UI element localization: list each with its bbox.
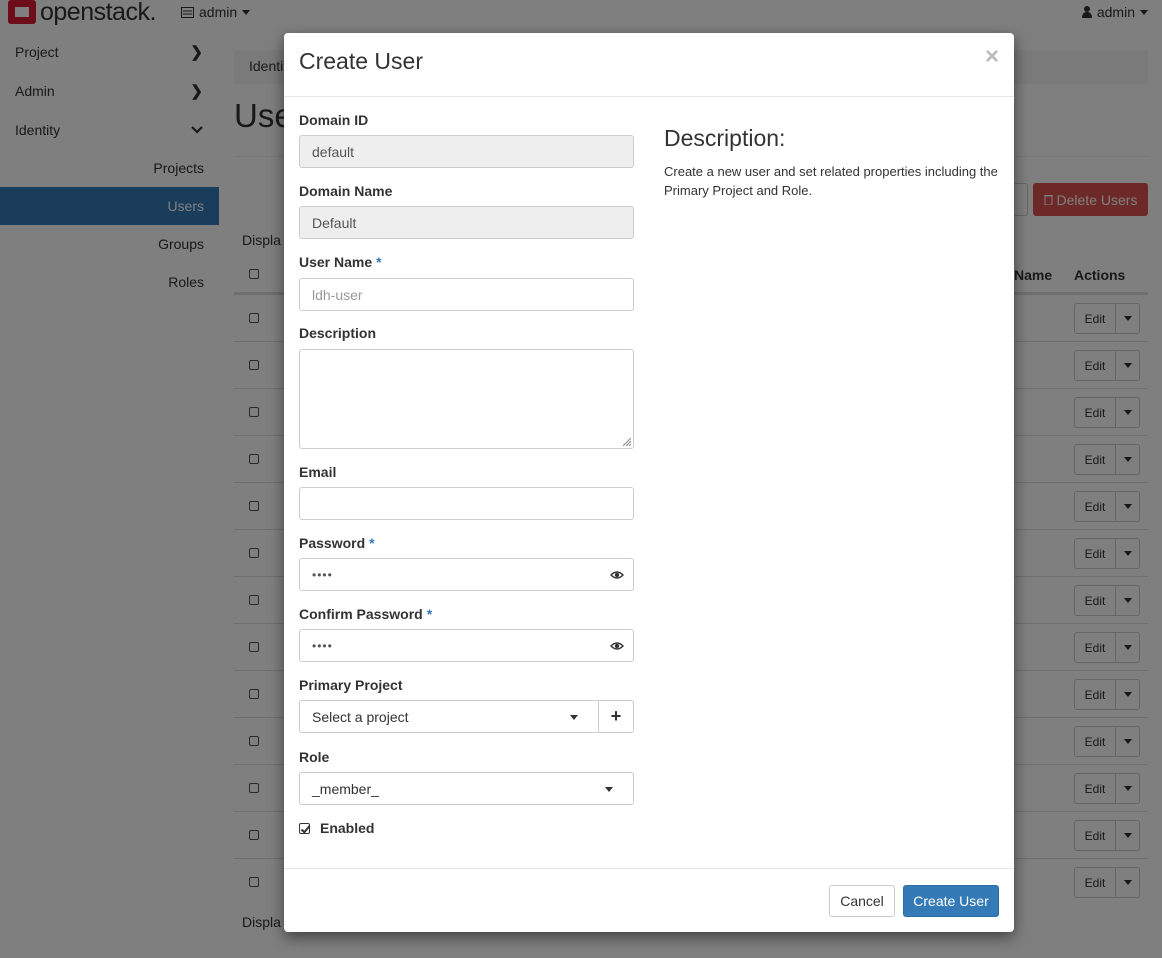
user-name-field[interactable]: ldh-user	[299, 278, 634, 311]
help-text: Create a new user and set related proper…	[664, 164, 998, 198]
chevron-down-icon	[605, 787, 613, 792]
modal-footer: Cancel Create User	[284, 868, 1014, 932]
description-group: Description	[299, 325, 634, 449]
eye-icon[interactable]	[610, 568, 624, 582]
email-group: Email	[299, 464, 634, 520]
password-group: Password * ••••	[299, 535, 634, 591]
modal-header: Create User ×	[284, 33, 1014, 97]
help-panel: Description: Create a new user and set r…	[664, 125, 1004, 200]
user-name-label: User Name *	[299, 254, 382, 270]
password-label: Password *	[299, 535, 375, 551]
user-name-group: User Name * ldh-user	[299, 254, 634, 311]
password-field[interactable]: ••••	[299, 558, 634, 591]
confirm-password-label: Confirm Password *	[299, 606, 433, 622]
primary-project-group: Primary Project Select a project +	[299, 677, 634, 733]
primary-project-select[interactable]: Select a project	[299, 700, 599, 733]
role-label: Role	[299, 749, 330, 765]
primary-project-label: Primary Project	[299, 677, 403, 693]
description-label: Description	[299, 325, 377, 341]
close-icon[interactable]: ×	[985, 45, 999, 69]
enabled-label: Enabled	[320, 820, 375, 836]
required-marker: *	[426, 606, 433, 622]
create-user-modal: Create User × Domain ID default Domain N…	[284, 33, 1014, 932]
required-marker: *	[376, 254, 382, 270]
domain-id-label: Domain ID	[299, 112, 369, 128]
domain-name-field: Default	[299, 206, 634, 239]
domain-name-label: Domain Name	[299, 183, 393, 199]
role-group: Role _member_	[299, 749, 634, 805]
chevron-down-icon	[570, 715, 578, 720]
eye-icon[interactable]	[610, 639, 624, 653]
enabled-checkbox[interactable]: Enabled	[299, 820, 374, 836]
domain-id-field: default	[299, 135, 634, 168]
required-marker: *	[369, 535, 375, 551]
description-textarea[interactable]	[299, 349, 634, 449]
modal-title: Create User	[299, 48, 423, 74]
cancel-button[interactable]: Cancel	[829, 885, 895, 917]
confirm-password-group: Confirm Password * ••••	[299, 606, 634, 662]
confirm-password-field[interactable]: ••••	[299, 629, 634, 662]
role-select[interactable]: _member_	[299, 772, 634, 805]
email-label: Email	[299, 464, 337, 480]
resize-grip-icon[interactable]	[623, 438, 631, 446]
domain-name-group: Domain Name Default	[299, 183, 634, 239]
email-field[interactable]	[299, 487, 634, 520]
domain-id-group: Domain ID default	[299, 112, 634, 168]
checkbox-checked-icon[interactable]	[299, 822, 310, 834]
add-project-button[interactable]: +	[598, 700, 634, 733]
help-heading: Description:	[664, 125, 786, 151]
create-user-button[interactable]: Create User	[903, 885, 999, 917]
